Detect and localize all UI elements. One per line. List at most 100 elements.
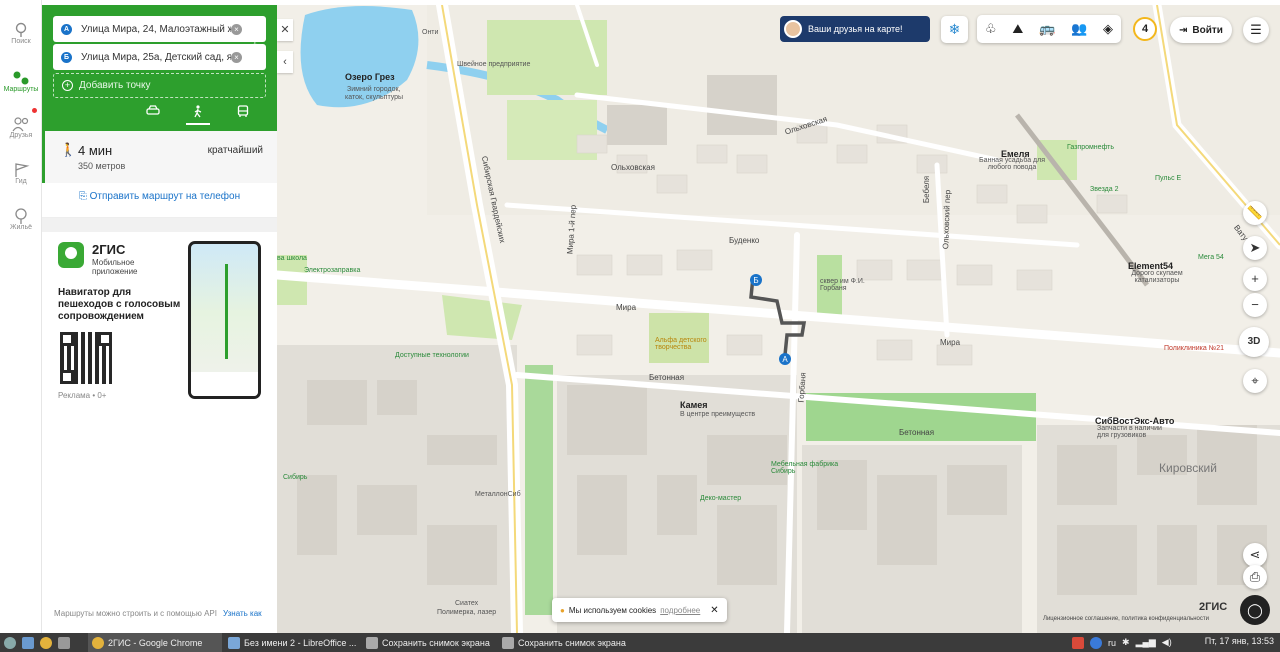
bluetooth-icon[interactable]: ✱ bbox=[1122, 637, 1130, 648]
rail-housing[interactable]: Жильё bbox=[0, 208, 42, 231]
map-canvas[interactable]: Б А Озеро Грез Зимний городок, каток, ск… bbox=[277, 5, 1280, 633]
locate-me-icon[interactable]: ➤ bbox=[1243, 236, 1267, 260]
map-logo: 2ГИС bbox=[1199, 601, 1228, 613]
snowflake-icon[interactable]: ❄ bbox=[941, 16, 968, 43]
point-b-value[interactable]: Улица Мира, 25а, Детский сад, я bbox=[81, 52, 231, 63]
legal-link[interactable]: Лицензионное соглашение, политика конфид… bbox=[1043, 616, 1209, 622]
lake-sub-label: Зимний городок, bbox=[347, 86, 401, 93]
clear-a-icon[interactable]: × bbox=[231, 24, 242, 35]
car-mode-icon[interactable] bbox=[141, 105, 165, 125]
terminal-icon[interactable] bbox=[58, 633, 70, 652]
telegram-icon[interactable] bbox=[1090, 636, 1102, 649]
lake-label[interactable]: Озеро Грез bbox=[345, 72, 395, 82]
clear-b-icon[interactable]: × bbox=[231, 52, 242, 63]
zvezda-label[interactable]: Звезда 2 bbox=[1090, 186, 1118, 193]
menu-icon[interactable]: ☰ bbox=[1243, 17, 1269, 43]
pulks-label[interactable]: Пульс Е bbox=[1155, 175, 1181, 182]
login-button[interactable]: ⇥ Войти bbox=[1170, 17, 1232, 43]
friends-banner[interactable]: Ваши друзья на карте! bbox=[780, 16, 930, 42]
routes-icon bbox=[13, 71, 29, 85]
taskbar-item-screenshot-2[interactable]: Сохранить снимок экрана bbox=[502, 633, 626, 652]
tree-icon[interactable]: ♧ bbox=[985, 21, 997, 37]
mira-street-label-east: Мира bbox=[940, 338, 961, 347]
ruler-icon[interactable]: 📏 bbox=[1243, 201, 1267, 225]
send-to-phone-button[interactable]: ⎘ Отправить маршрут на телефон bbox=[42, 191, 277, 202]
bus-mode-icon[interactable] bbox=[231, 105, 255, 125]
siatex-sub-label: Полимерка, лазер bbox=[437, 609, 497, 616]
start-menu-icon[interactable] bbox=[4, 633, 16, 652]
point-b-field[interactable]: Б Улица Мира, 25а, Детский сад, я × bbox=[53, 44, 266, 70]
app-ad-banner[interactable]: 2ГИС Мобильное приложение Навигатор для … bbox=[42, 232, 277, 408]
network-icon[interactable]: ▂▄▆ bbox=[1136, 637, 1156, 648]
point-a-value[interactable]: Улица Мира, 24, Малоэтажный ж bbox=[81, 24, 231, 35]
siatex-label[interactable]: Сиатех bbox=[455, 600, 478, 607]
square-label[interactable]: сквер им Ф.И. Горбаня bbox=[820, 278, 872, 292]
school-label[interactable]: Альфа детского творчества bbox=[655, 337, 710, 351]
chat-icon[interactable]: ◯ bbox=[1240, 595, 1270, 625]
taskbar-item-screenshot-1[interactable]: Сохранить снимок экрана bbox=[366, 633, 490, 652]
elektrozapravka-label[interactable]: Электрозаправка bbox=[304, 267, 360, 274]
swap-points-icon[interactable]: ↕ bbox=[247, 31, 263, 53]
clock[interactable]: Пт, 17 янв, 13:53 bbox=[1205, 636, 1274, 646]
deko-label[interactable]: Деко-мастер bbox=[700, 495, 741, 502]
rail-routes[interactable]: Маршруты bbox=[0, 70, 42, 93]
cookies-notice: ● Мы используем cookies подробнее ✕ bbox=[552, 598, 727, 622]
taskbar-item-label: Без имени 2 - LibreOffice ... bbox=[244, 637, 357, 648]
rail-search[interactable]: Поиск bbox=[0, 22, 42, 45]
route-form: А Улица Мира, 24, Малоэтажный ж × Б Улиц… bbox=[42, 5, 277, 131]
close-cookies-icon[interactable]: ✕ bbox=[710, 605, 718, 616]
ad-subtitle: Мобильное приложение bbox=[92, 258, 138, 276]
cookies-more-link[interactable]: подробнее bbox=[660, 606, 700, 615]
walk-mode-icon[interactable] bbox=[186, 105, 210, 125]
point-b-badge: Б bbox=[61, 51, 72, 63]
route-panel: А Улица Мира, 24, Малоэтажный ж × Б Улиц… bbox=[42, 5, 277, 633]
rail-label: Друзья bbox=[9, 132, 33, 139]
dostupnye-label[interactable]: Доступные технологии bbox=[395, 352, 469, 359]
os-taskbar: 2ГИС - Google Chrome Без имени 2 - Libre… bbox=[0, 633, 1280, 652]
2gis-logo-icon bbox=[58, 242, 84, 268]
housing-icon bbox=[15, 208, 27, 224]
3d-button[interactable]: 3D bbox=[1239, 327, 1269, 357]
left-rail: Поиск Маршруты Друзья Гид Жильё bbox=[0, 0, 42, 633]
friends-banner-text: Ваши друзья на карте! bbox=[808, 24, 903, 34]
betonnaya-street-label: Бетонная bbox=[649, 373, 685, 382]
share-icon[interactable]: ⋖ bbox=[1243, 543, 1267, 567]
chrome-icon[interactable] bbox=[40, 633, 52, 652]
camera-icon bbox=[502, 636, 514, 649]
sibir-west-label[interactable]: Сибирь bbox=[283, 474, 307, 481]
zoom-in-button[interactable]: + bbox=[1243, 267, 1267, 291]
gazprom-label[interactable]: Газпромнефть bbox=[1067, 144, 1114, 151]
taskbar-item-chrome[interactable]: 2ГИС - Google Chrome bbox=[88, 633, 222, 652]
mebel-label[interactable]: Мебельная фабрика Сибирь bbox=[771, 461, 841, 475]
avatar bbox=[784, 20, 802, 38]
app-window: Поиск Маршруты Друзья Гид Жильё А Улица … bbox=[0, 0, 1280, 652]
mega-label[interactable]: Мега 54 bbox=[1198, 254, 1224, 261]
print-icon[interactable]: ⎙ bbox=[1243, 565, 1267, 589]
files-icon[interactable] bbox=[22, 633, 34, 652]
taskbar-item-libreoffice[interactable]: Без имени 2 - LibreOffice ... bbox=[228, 633, 356, 652]
olkhovskaya-street-label: Ольховская bbox=[611, 163, 655, 172]
api-link[interactable]: Узнать как bbox=[223, 609, 262, 618]
transport-icon[interactable]: 🚌 bbox=[1039, 21, 1055, 37]
poliklinika-label[interactable]: Поликлиника №21 bbox=[1164, 345, 1224, 352]
friends-layer-icon[interactable]: 👥 bbox=[1071, 21, 1087, 37]
point-a-field[interactable]: А Улица Мира, 24, Малоэтажный ж × bbox=[53, 16, 266, 42]
mountains-icon[interactable]: ⛰ bbox=[1012, 21, 1023, 37]
rail-label: Жильё bbox=[10, 224, 32, 231]
collapse-panel-icon[interactable]: ‹ bbox=[277, 51, 293, 73]
keyboard-layout[interactable]: ru bbox=[1108, 638, 1116, 648]
close-panel-icon[interactable]: ✕ bbox=[277, 19, 293, 41]
zoom-out-button[interactable]: − bbox=[1243, 293, 1267, 317]
metallonsib-label[interactable]: МеталлонСиб bbox=[475, 491, 521, 498]
volume-icon[interactable]: ◀) bbox=[1162, 637, 1172, 648]
phone-mockup bbox=[188, 241, 261, 399]
add-point-button[interactable]: + Добавить точку bbox=[53, 73, 266, 98]
app-tray-icon[interactable] bbox=[1072, 636, 1084, 649]
route-result-card[interactable]: 🚶 4 мин 350 метров кратчайший bbox=[42, 131, 277, 183]
kamea-label[interactable]: Камея bbox=[680, 400, 708, 410]
map-pin-icon[interactable]: ⌖ bbox=[1243, 369, 1267, 393]
notifications-counter[interactable]: 4 bbox=[1133, 17, 1157, 41]
rail-friends[interactable]: Друзья bbox=[0, 116, 42, 139]
layers-icon[interactable]: ◈ bbox=[1103, 21, 1113, 37]
rail-guide[interactable]: Гид bbox=[0, 162, 42, 185]
